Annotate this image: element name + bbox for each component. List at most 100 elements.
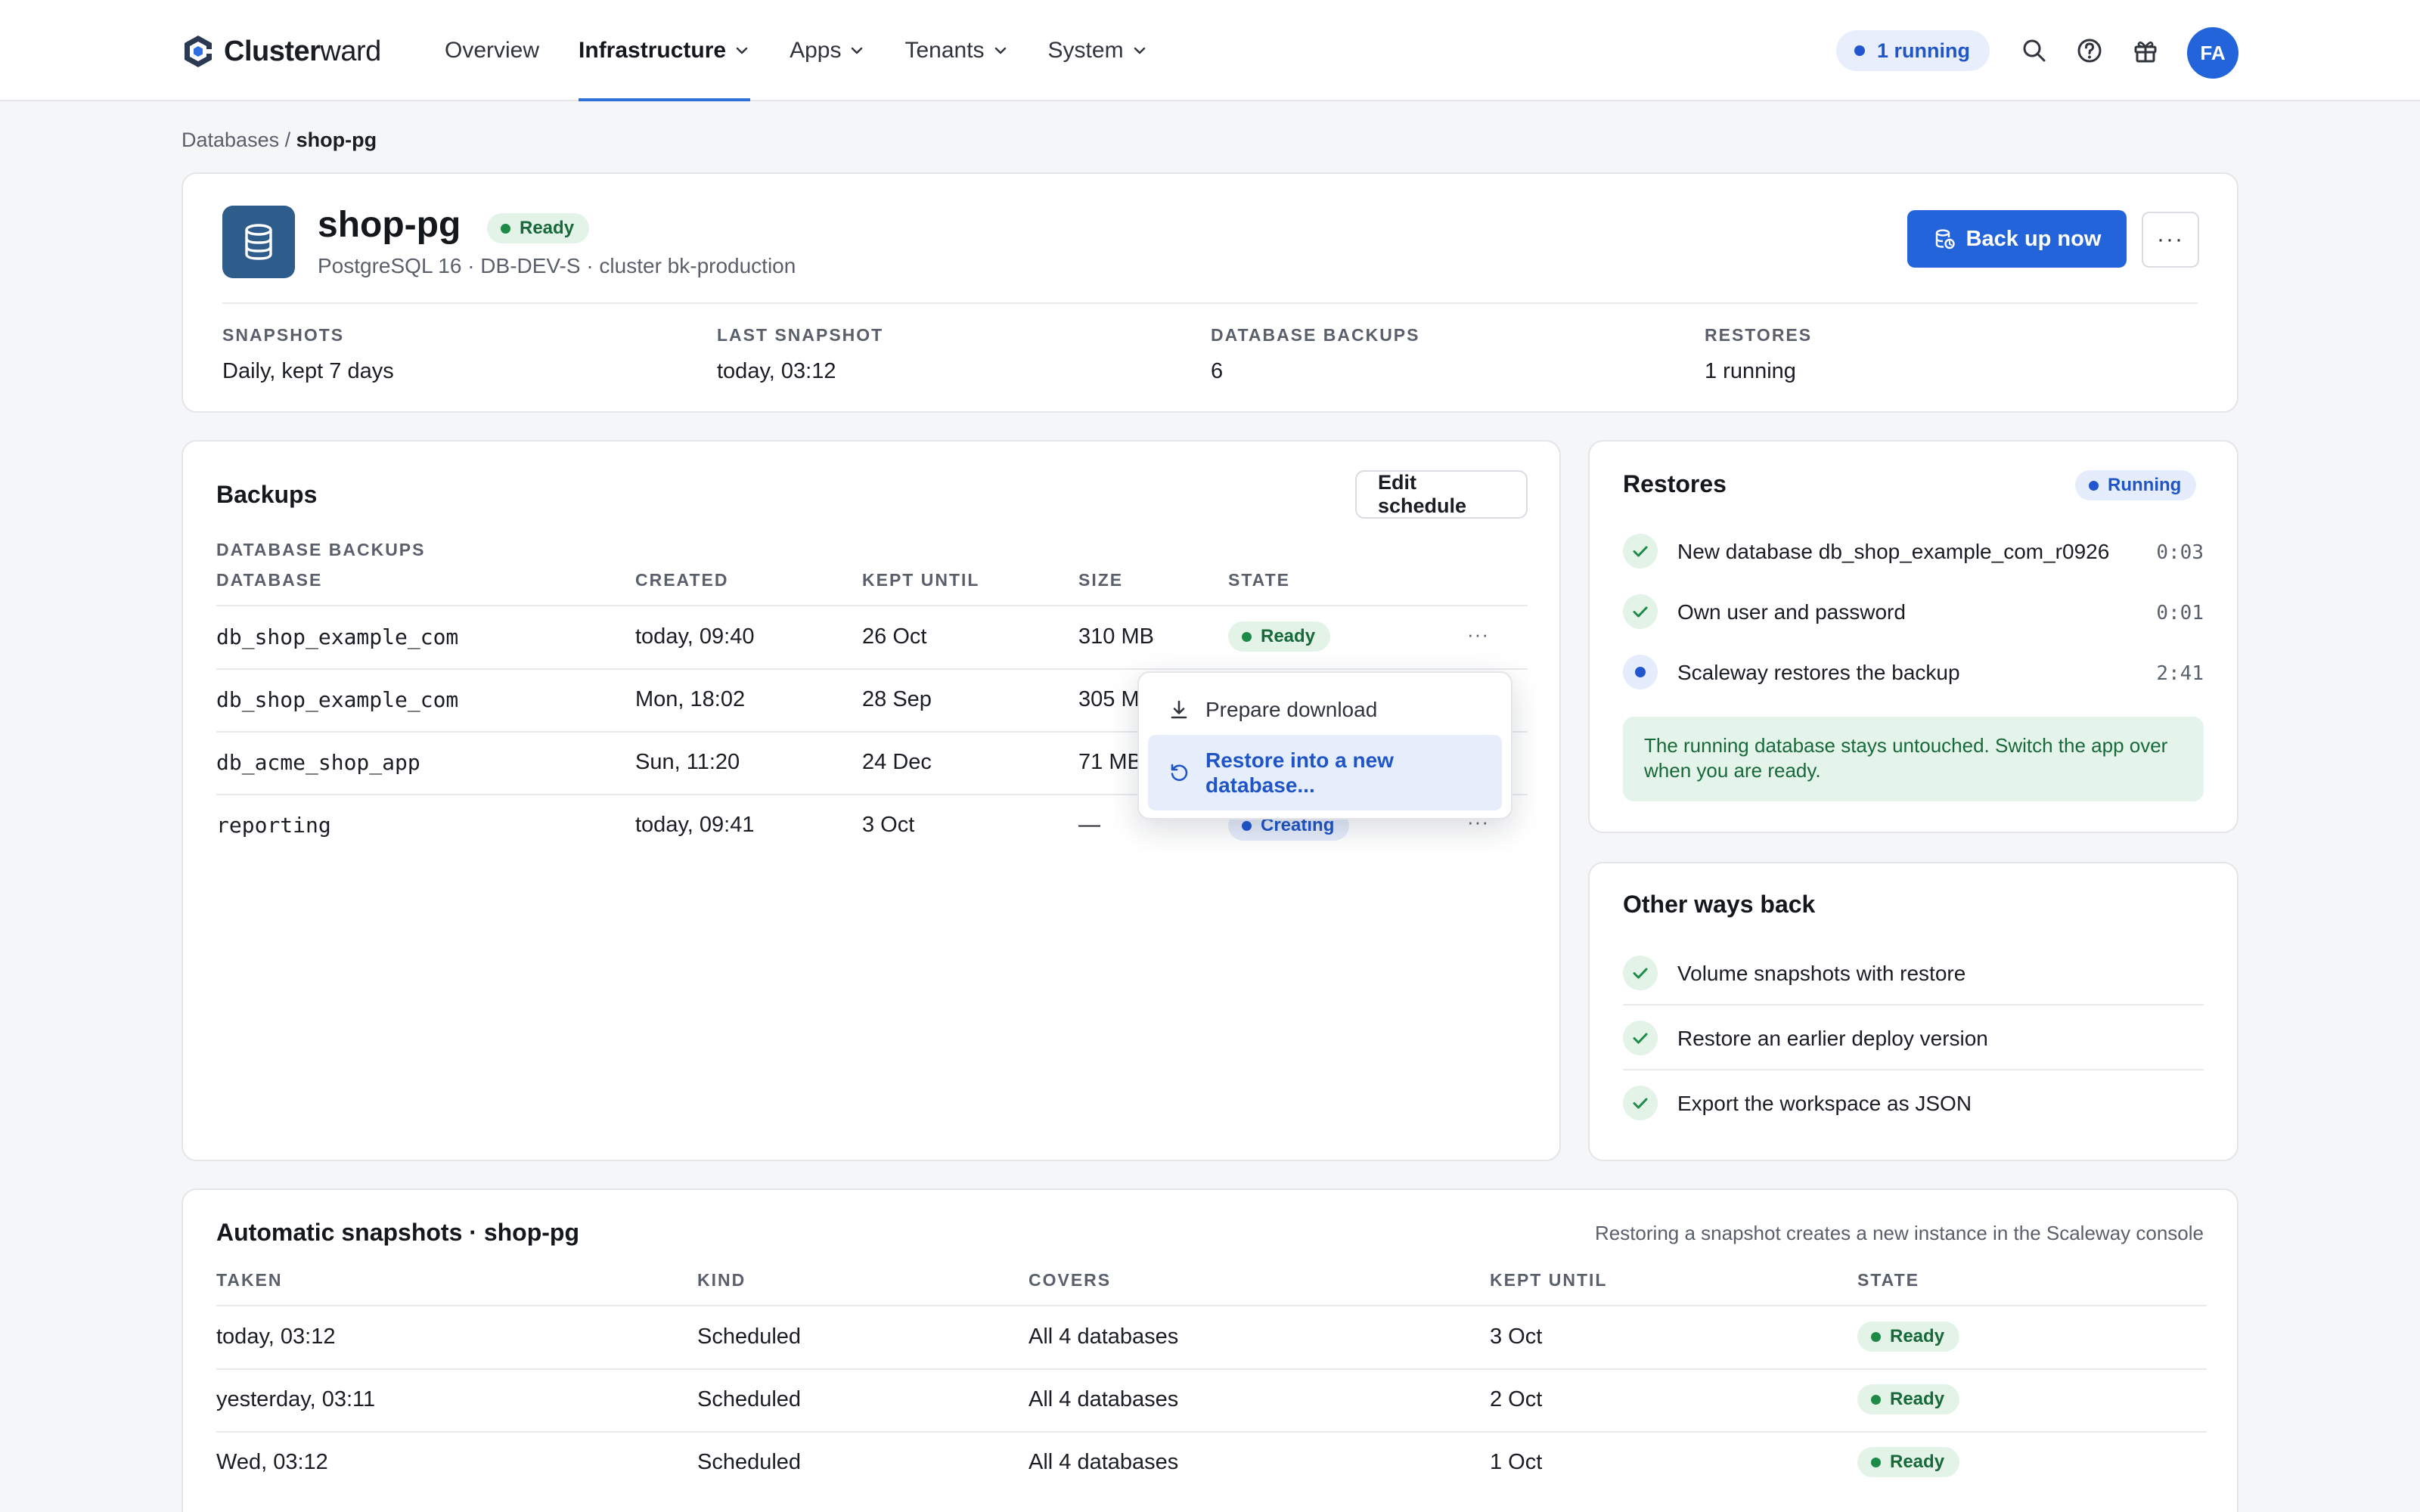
- stat-label: RESTORES: [1705, 325, 1813, 345]
- stat-label: LAST SNAPSHOT: [717, 325, 884, 345]
- backup-icon: [1935, 229, 1955, 249]
- backup-size: 305 M: [1078, 687, 1140, 711]
- restore-step-label: New database db_shop_example_com_r0926: [1677, 540, 2110, 563]
- status-badge: Running: [2075, 470, 2197, 500]
- download-icon: [1171, 700, 1187, 719]
- user-avatar[interactable]: FA: [2187, 27, 2238, 79]
- other-way-item[interactable]: Restore an earlier deploy version: [1677, 1027, 1988, 1051]
- backup-database: db_shop_example_com: [216, 624, 459, 649]
- clusterward-logo-icon: [185, 36, 212, 67]
- edit-schedule-button[interactable]: Edit schedule: [1355, 470, 1528, 519]
- section-label: DATABASE BACKUPS: [216, 540, 426, 559]
- menu-item-restore-new-database[interactable]: Restore into a new database...: [1148, 735, 1502, 810]
- menu-item-label: Restore into a new database...: [1205, 748, 1394, 797]
- snapshot-kind: Scheduled: [697, 1387, 802, 1411]
- restore-step-time: 0:01: [2156, 602, 2204, 624]
- status-badge: Ready: [1228, 621, 1331, 652]
- status-dot: [2089, 480, 2099, 491]
- restores-card: Restores Running New database db_shop_ex…: [1588, 440, 2238, 833]
- breadcrumb-databases-link[interactable]: Databases: [182, 129, 279, 151]
- column-header-kind: KIND: [697, 1270, 746, 1290]
- column-header-state: STATE: [1228, 570, 1290, 590]
- snapshots-hint: Restoring a snapshot creates a new insta…: [1594, 1222, 2204, 1244]
- gift-icon[interactable]: [2130, 36, 2161, 66]
- database-icon: [222, 206, 295, 278]
- snapshot-covers: All 4 databases: [1028, 1325, 1179, 1349]
- nav-overview[interactable]: Overview: [445, 0, 539, 101]
- divider: [1623, 1004, 2204, 1005]
- snapshot-kept-until: 3 Oct: [1490, 1325, 1543, 1349]
- restore-step-time: 0:03: [2156, 541, 2204, 564]
- backup-size: —: [1078, 813, 1100, 837]
- column-header-size: SIZE: [1078, 570, 1124, 590]
- backups-title: Backups: [216, 481, 318, 508]
- check-icon: [1623, 956, 1658, 990]
- backup-created: Sun, 11:20: [635, 750, 740, 774]
- status-dot: [1871, 1394, 1881, 1405]
- divider: [216, 668, 1528, 670]
- row-actions-menu: Prepare download Restore into a new data…: [1137, 671, 1512, 820]
- nav-infrastructure[interactable]: Infrastructure: [579, 0, 751, 101]
- other-ways-title: Other ways back: [1623, 891, 1816, 918]
- step-done-icon: [1623, 594, 1658, 629]
- snapshot-covers: All 4 databases: [1028, 1450, 1179, 1474]
- search-icon[interactable]: [2019, 36, 2049, 66]
- other-way-item[interactable]: Export the workspace as JSON: [1677, 1092, 1972, 1116]
- backup-created: Mon, 18:02: [635, 687, 746, 711]
- status-dot: [1871, 1331, 1881, 1342]
- nav-apps[interactable]: Apps: [790, 0, 865, 101]
- breadcrumb: Databases / shop-pg: [182, 129, 377, 152]
- status-badge: Ready: [487, 213, 590, 243]
- row-actions-button[interactable]: ···: [1467, 623, 1489, 646]
- status-dot: [1854, 45, 1865, 56]
- page-title: shop-pg: [318, 205, 461, 245]
- restore-step-label: Scaleway restores the backup: [1677, 661, 1960, 684]
- column-header-kept-until: KEPT UNTIL: [1490, 1270, 1608, 1290]
- snapshots-title: Automatic snapshots · shop-pg: [216, 1219, 579, 1246]
- menu-item-prepare-download[interactable]: Prepare download: [1148, 692, 1502, 727]
- divider: [216, 1305, 2207, 1306]
- stat-snapshots: SNAPSHOTS Daily, kept 7 days: [222, 325, 394, 384]
- status-dot: [1242, 820, 1252, 831]
- column-header-state: STATE: [1857, 1270, 1919, 1290]
- snapshot-kind: Scheduled: [697, 1325, 802, 1349]
- stat-last-snapshot: LAST SNAPSHOT today, 03:12: [717, 325, 883, 384]
- nav-tenants[interactable]: Tenants: [904, 0, 1008, 101]
- help-icon[interactable]: [2074, 36, 2105, 66]
- stat-value: Daily, kept 7 days: [222, 359, 394, 383]
- chevron-down-icon: [994, 47, 1006, 54]
- snapshot-taken: yesterday, 03:11: [216, 1387, 376, 1411]
- column-header-created: CREATED: [635, 570, 729, 590]
- other-way-item[interactable]: Volume snapshots with restore: [1677, 962, 1965, 986]
- backup-database: db_acme_shop_app: [216, 750, 420, 775]
- backup-kept-until: 28 Sep: [862, 687, 932, 711]
- snapshot-kind: Scheduled: [697, 1450, 802, 1474]
- running-jobs-pill[interactable]: 1 running: [1836, 30, 1990, 71]
- step-done-icon: [1623, 534, 1658, 569]
- brand-logo[interactable]: Clusterward: [182, 30, 381, 73]
- stat-value: 1 running: [1705, 359, 1796, 383]
- stat-database-backups: DATABASE BACKUPS 6: [1211, 325, 1420, 384]
- stat-label: DATABASE BACKUPS: [1211, 325, 1420, 345]
- divider: [222, 302, 2198, 304]
- backup-database: db_shop_example_com: [216, 687, 459, 712]
- nav-system[interactable]: System: [1048, 0, 1148, 101]
- other-ways-card: Other ways back Volume snapshots with re…: [1588, 862, 2238, 1161]
- restore-icon: [1171, 764, 1188, 781]
- main-nav: Overview Infrastructure Apps Tenants Sys…: [445, 0, 1187, 101]
- check-icon: [1623, 1021, 1658, 1055]
- chevron-down-icon: [1134, 47, 1145, 54]
- stat-value: today, 03:12: [717, 359, 836, 383]
- top-nav: Clusterward Overview Infrastructure Apps…: [0, 0, 2420, 101]
- status-badge: Ready: [1857, 1321, 1960, 1352]
- back-up-now-button[interactable]: Back up now: [1907, 210, 2127, 268]
- more-actions-button[interactable]: ···: [2142, 212, 2199, 268]
- breadcrumb-current: shop-pg: [296, 129, 377, 151]
- backup-created: today, 09:41: [635, 813, 755, 837]
- brand-name: Clusterward: [224, 35, 381, 67]
- check-icon: [1623, 1086, 1658, 1120]
- snapshots-card: Automatic snapshots · shop-pg Restoring …: [182, 1188, 2238, 1512]
- status-badge: Ready: [1857, 1384, 1960, 1414]
- backup-size: 310 MB: [1078, 624, 1154, 649]
- column-header-database: DATABASE: [216, 570, 323, 590]
